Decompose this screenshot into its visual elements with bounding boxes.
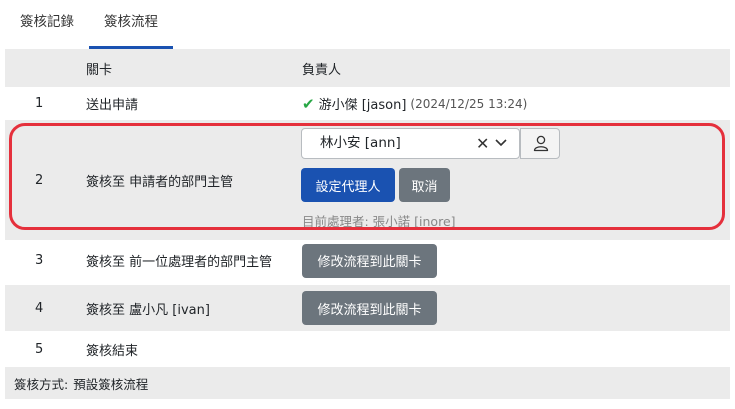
row-stage: 簽核至 盧小凡 [ivan] — [86, 302, 210, 318]
row-stage: 送出申請 — [86, 98, 139, 113]
agent-select[interactable]: 林小安 [ann] ✕ — [301, 128, 520, 159]
modify-flow-button[interactable]: 修改流程到此關卡 — [302, 243, 437, 278]
current-handler-text: 目前處理者: 張小諾 [inore] — [302, 214, 456, 229]
chevron-down-icon[interactable] — [495, 129, 507, 158]
set-agent-button[interactable]: 設定代理人 — [301, 168, 395, 202]
sign-method-footer: 簽核方式: 預設簽核流程 — [5, 367, 730, 399]
row-number: 2 — [35, 172, 44, 188]
agent-select-value: 林小安 [ann] — [320, 135, 401, 151]
row-owner: 修改流程到此關卡 — [302, 240, 730, 281]
tab-sign-records[interactable]: 簽核記錄 — [5, 0, 89, 47]
modify-flow-button[interactable]: 修改流程到此關卡 — [302, 291, 437, 325]
tab-sign-flow[interactable]: 簽核流程 — [89, 0, 173, 49]
table-row: 3 簽核至 前一位處理者的部門主管 修改流程到此關卡 — [5, 240, 730, 281]
flow-table: 關卡 負責人 1 送出申請 ✔ 游小傑 [jason] (2024/12/25 … — [5, 49, 730, 399]
header-stage: 關卡 — [86, 62, 113, 78]
row-stage: 簽核至 申請者的部門主管 — [86, 174, 234, 190]
header-owner: 負責人 — [302, 62, 342, 78]
row-owner: 修改流程到此關卡 — [302, 285, 730, 331]
table-row: 5 簽核結束 — [5, 331, 730, 367]
check-icon: ✔ — [302, 94, 315, 113]
row-owner: ✔ 游小傑 [jason] (2024/12/25 13:24) — [302, 87, 730, 120]
row-number: 1 — [35, 96, 44, 111]
user-picker-button[interactable] — [520, 128, 560, 159]
signer-name: 游小傑 [jason] — [318, 98, 407, 113]
tab-bar: 簽核記錄 簽核流程 — [5, 0, 730, 49]
sign-method-label: 簽核方式: — [14, 376, 69, 392]
sign-time: (2024/12/25 13:24) — [410, 96, 528, 111]
table-row: 1 送出申請 ✔ 游小傑 [jason] (2024/12/25 13:24) — [5, 87, 730, 120]
table-row: 4 簽核至 盧小凡 [ivan] 修改流程到此關卡 — [5, 285, 730, 331]
row-number: 4 — [35, 300, 44, 316]
cancel-button[interactable]: 取消 — [399, 168, 450, 202]
row-number: 5 — [35, 341, 44, 357]
clear-icon[interactable]: ✕ — [476, 129, 489, 158]
user-icon — [533, 135, 549, 152]
row-stage: 簽核至 前一位處理者的部門主管 — [86, 255, 273, 270]
sign-method-value: 預設簽核流程 — [73, 376, 149, 392]
row-stage: 簽核結束 — [86, 343, 139, 359]
row-number: 3 — [35, 253, 44, 268]
table-header: 關卡 負責人 — [5, 49, 730, 87]
